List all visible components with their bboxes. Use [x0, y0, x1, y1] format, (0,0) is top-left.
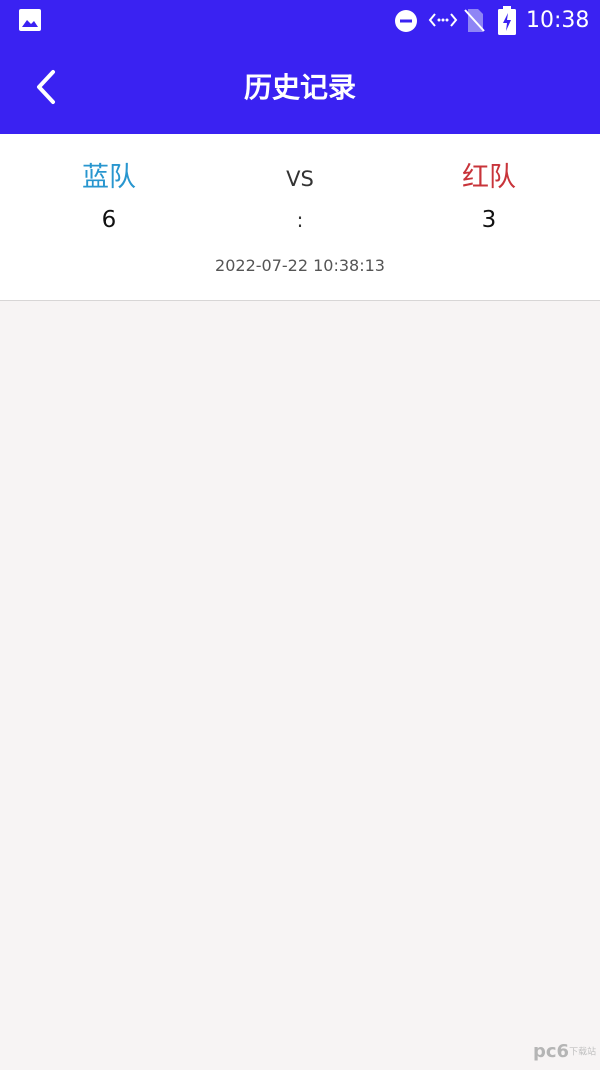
history-record-item[interactable]: 蓝队 VS 红队 6 : 3 2022-07-22 10:38:13: [0, 134, 600, 301]
watermark-brand: pc6: [533, 1041, 570, 1062]
page-title: 历史记录: [243, 71, 356, 104]
watermark-logo: pc6下载站: [533, 1040, 597, 1064]
watermark-sub: 下载站: [569, 1047, 597, 1058]
team-a-name: 蓝队: [82, 162, 136, 193]
image-icon: [19, 9, 41, 31]
battery-charging-icon: [498, 6, 516, 35]
chevron-left-icon: [37, 70, 55, 104]
do-not-disturb-icon: [395, 10, 417, 32]
team-b-name: 红队: [462, 162, 516, 193]
team-a-score: 6: [101, 207, 117, 233]
team-b-score: 3: [481, 207, 497, 233]
status-clock: 10:38: [526, 8, 590, 33]
status-bar: 10:38: [0, 0, 600, 42]
data-transfer-icon: [428, 13, 458, 27]
match-timestamp: 2022-07-22 10:38:13: [215, 256, 385, 275]
vs-label: VS: [286, 167, 314, 191]
app-bar: 历史记录: [0, 42, 600, 134]
back-button[interactable]: [26, 65, 70, 109]
score-separator: :: [296, 208, 304, 232]
no-sim-icon: [464, 9, 485, 32]
